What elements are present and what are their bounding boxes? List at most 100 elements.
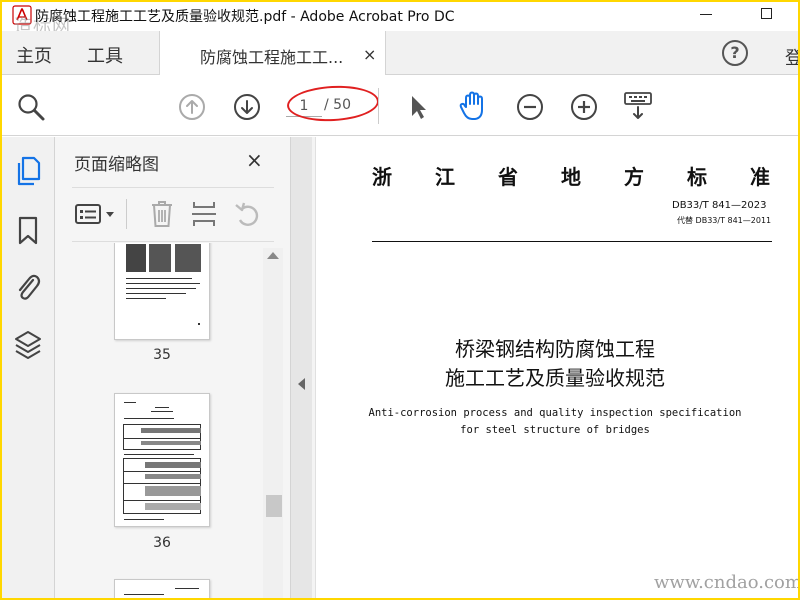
english-title-line-1: Anti-corrosion process and quality inspe… — [368, 407, 742, 419]
header-char: 江 — [435, 165, 455, 189]
panel-title: 页面缩略图 — [74, 155, 159, 175]
thumb-text-line — [126, 298, 166, 299]
tab-document-label: 防腐蚀工程施工工... — [200, 48, 344, 67]
previous-page-icon[interactable] — [178, 93, 206, 121]
annotation-highlight-ellipse — [286, 83, 380, 124]
thumb-table-block — [145, 474, 201, 479]
header-char: 方 — [624, 165, 644, 189]
bookmarks-icon[interactable] — [16, 215, 40, 247]
thumb-text-line — [124, 519, 164, 520]
help-icon[interactable]: ? — [722, 40, 748, 66]
page-thumbnail-35[interactable] — [114, 243, 210, 340]
rotate-page-icon[interactable] — [233, 199, 261, 229]
thumbnail-page-label: 36 — [153, 535, 171, 551]
layers-icon[interactable] — [13, 329, 43, 361]
header-rule — [372, 241, 772, 242]
thumb-table-block — [175, 244, 201, 272]
scrollbar-thumb[interactable] — [266, 495, 282, 517]
thumbnail-scrollbar[interactable] — [263, 248, 283, 598]
thumb-page-mark — [198, 323, 200, 325]
thumb-table-rule — [123, 424, 201, 425]
thumb-text-line — [124, 418, 174, 419]
extract-pages-icon[interactable] — [191, 199, 217, 229]
title-bar: 造标网 防腐蚀工程施工工艺及质量验收规范.pdf - Adobe Acrobat… — [2, 2, 798, 37]
panel-divider — [72, 187, 274, 188]
thumb-table-block — [145, 462, 201, 468]
thumb-table-rule — [123, 483, 201, 484]
header-char: 标 — [687, 165, 707, 189]
thumb-table-rule — [123, 449, 201, 450]
page-thumbnail-36[interactable] — [114, 393, 210, 527]
document-title-line-1: 桥梁钢结构防腐蚀工程 — [455, 337, 655, 361]
document-view[interactable]: 浙 江 省 地 方 标 准 DB33/T 841—2023 代替 DB33/T … — [312, 137, 798, 598]
attachments-icon[interactable] — [14, 271, 42, 305]
delete-page-icon[interactable] — [149, 199, 175, 229]
thumb-text-line — [124, 594, 164, 595]
main-toolbar: 1 / 50 — [2, 76, 798, 136]
thumb-table-rule — [123, 458, 201, 459]
acrobat-window: 造标网 防腐蚀工程施工工艺及质量验收规范.pdf - Adobe Acrobat… — [2, 2, 798, 598]
login-button[interactable]: 登 — [785, 44, 798, 70]
tab-close-icon[interactable]: × — [363, 45, 376, 64]
header-char: 省 — [498, 165, 518, 189]
thumb-text-line — [175, 588, 199, 589]
select-cursor-icon[interactable] — [407, 93, 429, 121]
options-menu-icon[interactable] — [74, 201, 116, 227]
english-title-line-2: for steel structure of bridges — [460, 424, 650, 436]
next-page-icon[interactable] — [233, 93, 261, 121]
hand-tool-icon[interactable] — [458, 89, 490, 123]
thumb-text-line — [151, 411, 173, 412]
replaced-standard: 代替 DB33/T 841—2011 — [677, 216, 772, 225]
thumb-table-block — [126, 244, 146, 272]
document-title-line-2: 施工工艺及质量验收规范 — [445, 366, 665, 390]
scroll-up-arrow-icon[interactable] — [267, 252, 279, 259]
thumb-table-rule — [123, 438, 201, 439]
thumb-table-rule — [123, 471, 201, 472]
site-watermark: www.cndao.com — [654, 572, 798, 593]
standard-header: 浙 江 省 地 方 标 准 — [372, 161, 770, 190]
zoom-out-icon[interactable] — [516, 93, 544, 121]
tab-document[interactable]: 防腐蚀工程施工工... × — [159, 31, 386, 75]
thumb-table-block — [141, 428, 201, 433]
keyboard-tool-icon[interactable] — [623, 90, 653, 122]
header-char: 准 — [750, 165, 770, 189]
thumb-text-line — [126, 293, 186, 294]
menu-bar: 主页 工具 防腐蚀工程施工工... × ? 登 — [2, 31, 798, 75]
thumb-text-line — [155, 407, 169, 408]
home-menu[interactable]: 主页 — [16, 42, 52, 68]
panel-divider — [72, 241, 274, 242]
header-char: 浙 — [372, 165, 392, 189]
window-title: 防腐蚀工程施工工艺及质量验收规范.pdf - Adobe Acrobat Pro… — [35, 9, 455, 25]
standard-code: DB33/T 841—2023 — [672, 200, 767, 211]
thumb-table-block — [149, 244, 171, 272]
thumb-table-block — [145, 486, 201, 496]
thumb-table-rule — [123, 458, 124, 514]
panel-close-icon[interactable]: × — [246, 148, 263, 172]
toolbar-separator — [378, 88, 379, 124]
tools-menu[interactable]: 工具 — [87, 42, 123, 68]
collapse-panel-arrow-icon[interactable] — [298, 378, 305, 390]
panel-splitter[interactable] — [290, 137, 312, 598]
thumb-table-rule — [123, 424, 124, 450]
maximize-button[interactable] — [761, 8, 772, 19]
search-icon[interactable] — [16, 92, 46, 122]
thumb-table-rule — [123, 513, 201, 514]
panel-tools-separator — [126, 199, 127, 229]
thumb-table-rule — [123, 500, 201, 501]
page-thumbnails-panel: 页面缩略图 × 35 36 — [55, 137, 290, 598]
thumb-table-block — [141, 441, 201, 445]
thumbnail-page-label: 35 — [153, 347, 171, 363]
navigation-rail — [2, 137, 55, 598]
page-thumbnails-icon[interactable] — [14, 155, 42, 187]
thumb-text-line — [126, 278, 192, 279]
page-thumbnail-37[interactable] — [114, 579, 210, 598]
thumb-text-line — [126, 288, 196, 289]
thumb-table-block — [145, 503, 201, 510]
thumbnail-list: 35 36 — [55, 243, 263, 598]
thumb-text-line — [124, 454, 194, 455]
minimize-button[interactable] — [700, 14, 712, 15]
thumb-text-line — [124, 402, 136, 403]
header-char: 地 — [561, 165, 581, 189]
zoom-in-icon[interactable] — [570, 93, 598, 121]
thumb-text-line — [126, 283, 200, 284]
